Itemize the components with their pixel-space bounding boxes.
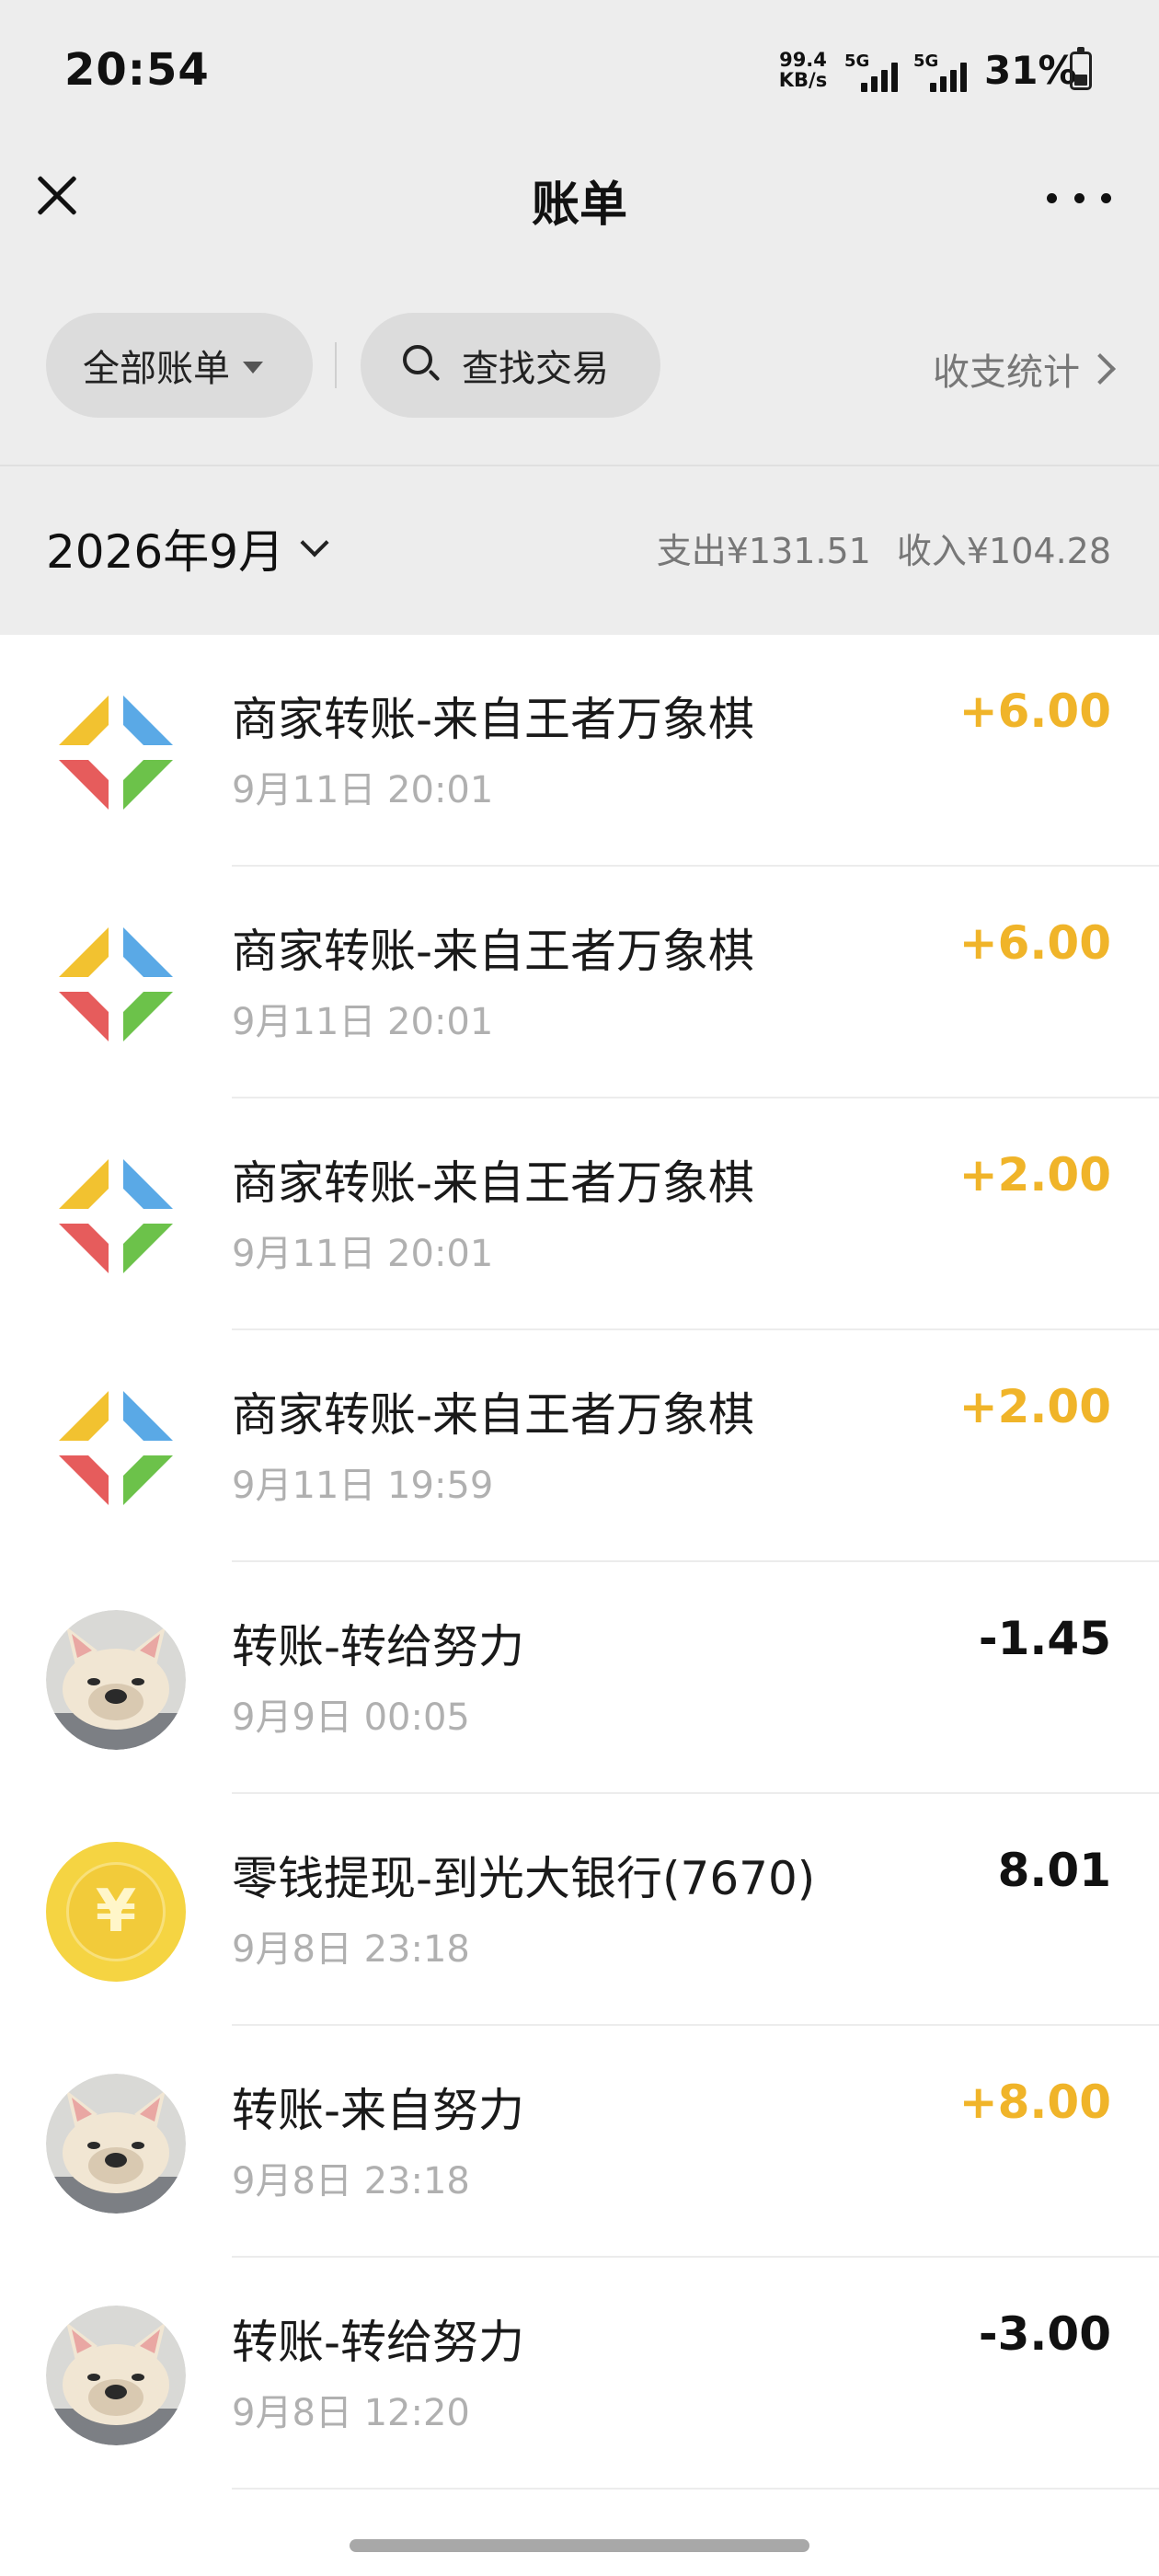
caret-down-icon [243,361,263,374]
transaction-title: 转账-来自努力 [232,2084,525,2137]
transaction-title: 零钱提现-到光大银行(7670) [232,1852,816,1905]
status-time: 20:54 [64,44,210,96]
home-indicator[interactable] [350,2539,809,2552]
merchant-logo-icon [46,683,186,822]
transaction-row[interactable]: ¥ 零钱提现-到光大银行(7670) 9月8日 23:18 8.01 [0,1794,1159,2026]
transaction-amount: +8.00 [958,2076,1111,2129]
stats-label: 收支统计 [933,351,1080,394]
transaction-title: 转账-转给努力 [232,1620,525,1673]
transaction-row[interactable]: 商家转账-来自王者万象棋 9月11日 20:01 +6.00 [0,635,1159,867]
transaction-amount: +2.00 [958,1148,1111,1202]
network-speed: 99.4 KB/s [775,50,831,90]
month-income: 收入¥104.28 [896,531,1111,571]
transaction-amount: +2.00 [958,1380,1111,1433]
divider [0,465,1159,466]
signal-strength-icon: 5G [844,52,909,92]
battery-icon [1070,47,1092,90]
transaction-time: 9月8日 12:20 [232,2392,470,2434]
battery-percent: 31% [984,48,1077,93]
month-summary: 支出¥131.51 收入¥104.28 [657,523,1111,573]
dog-avatar [46,1610,186,1750]
dog-avatar [46,2306,186,2445]
income-expense-stats-link[interactable]: 收支统计 [933,342,1116,396]
transaction-time: 9月8日 23:18 [232,1928,470,1971]
signal-strength-icon: 5G [913,52,978,92]
transaction-title: 商家转账-来自王者万象棋 [232,1388,755,1442]
transaction-amount: 8.01 [997,1844,1111,1897]
row-divider [232,2488,1159,2490]
month-label: 2026年9月 [46,525,285,579]
transaction-row[interactable]: 商家转账-来自王者万象棋 9月11日 19:59 +2.00 [0,1330,1159,1562]
top-area: 20:54 99.4 KB/s 5G 5G 31% 账单 全部账单 查找交易 收… [0,0,1159,635]
page-title: 账单 [531,178,627,233]
more-options-icon[interactable] [1047,184,1111,212]
yuan-coin-icon: ¥ [46,1842,186,1982]
transaction-row[interactable]: 转账-转给努力 9月8日 12:20 -3.00 [0,2258,1159,2490]
transaction-amount: -3.00 [978,2307,1111,2361]
transaction-title: 商家转账-来自王者万象棋 [232,693,755,746]
close-icon[interactable] [28,166,86,224]
search-icon [403,345,443,385]
transaction-title: 转账-转给努力 [232,2316,525,2369]
all-bills-label: 全部账单 [83,348,230,390]
transaction-row[interactable]: 商家转账-来自王者万象棋 9月11日 20:01 +6.00 [0,867,1159,1098]
transaction-title: 商家转账-来自王者万象棋 [232,1156,755,1210]
transaction-amount: +6.00 [958,916,1111,970]
filter-divider [335,342,337,388]
chevron-right-icon [1084,353,1116,385]
merchant-logo-icon [46,1146,186,1286]
transaction-time: 9月11日 20:01 [232,1001,494,1043]
transaction-amount: -1.45 [978,1612,1111,1665]
transaction-amount: +6.00 [958,684,1111,738]
transaction-title: 商家转账-来自王者万象棋 [232,925,755,978]
merchant-logo-icon [46,1378,186,1518]
month-expense: 支出¥131.51 [656,531,871,571]
transaction-row[interactable]: 转账-来自努力 9月8日 23:18 +8.00 [0,2026,1159,2258]
month-selector[interactable]: 2026年9月 [46,515,329,581]
network-speed-value: 99.4 [779,49,827,71]
transaction-row[interactable]: 转账-转给努力 9月9日 00:05 -1.45 [0,1562,1159,1794]
transaction-time: 9月11日 20:01 [232,769,494,811]
transaction-row[interactable]: 商家转账-来自王者万象棋 9月11日 20:01 +2.00 [0,1098,1159,1330]
search-transaction-button[interactable]: 查找交易 [361,313,660,418]
transaction-time: 9月8日 23:18 [232,2160,470,2202]
chevron-down-icon [300,528,329,558]
transaction-time: 9月9日 00:05 [232,1696,470,1739]
yuan-glyph: ¥ [95,1878,137,1946]
all-bills-filter-button[interactable]: 全部账单 [46,313,313,418]
dog-avatar [46,2074,186,2214]
network-speed-unit: KB/s [778,69,828,91]
transaction-time: 9月11日 19:59 [232,1465,494,1507]
transaction-list: 商家转账-来自王者万象棋 9月11日 20:01 +6.00 商家转账-来自王者… [0,635,1159,2490]
search-label: 查找交易 [462,348,609,390]
transaction-time: 9月11日 20:01 [232,1233,494,1275]
merchant-logo-icon [46,914,186,1054]
status-bar: 20:54 99.4 KB/s 5G 5G 31% [0,0,1159,147]
